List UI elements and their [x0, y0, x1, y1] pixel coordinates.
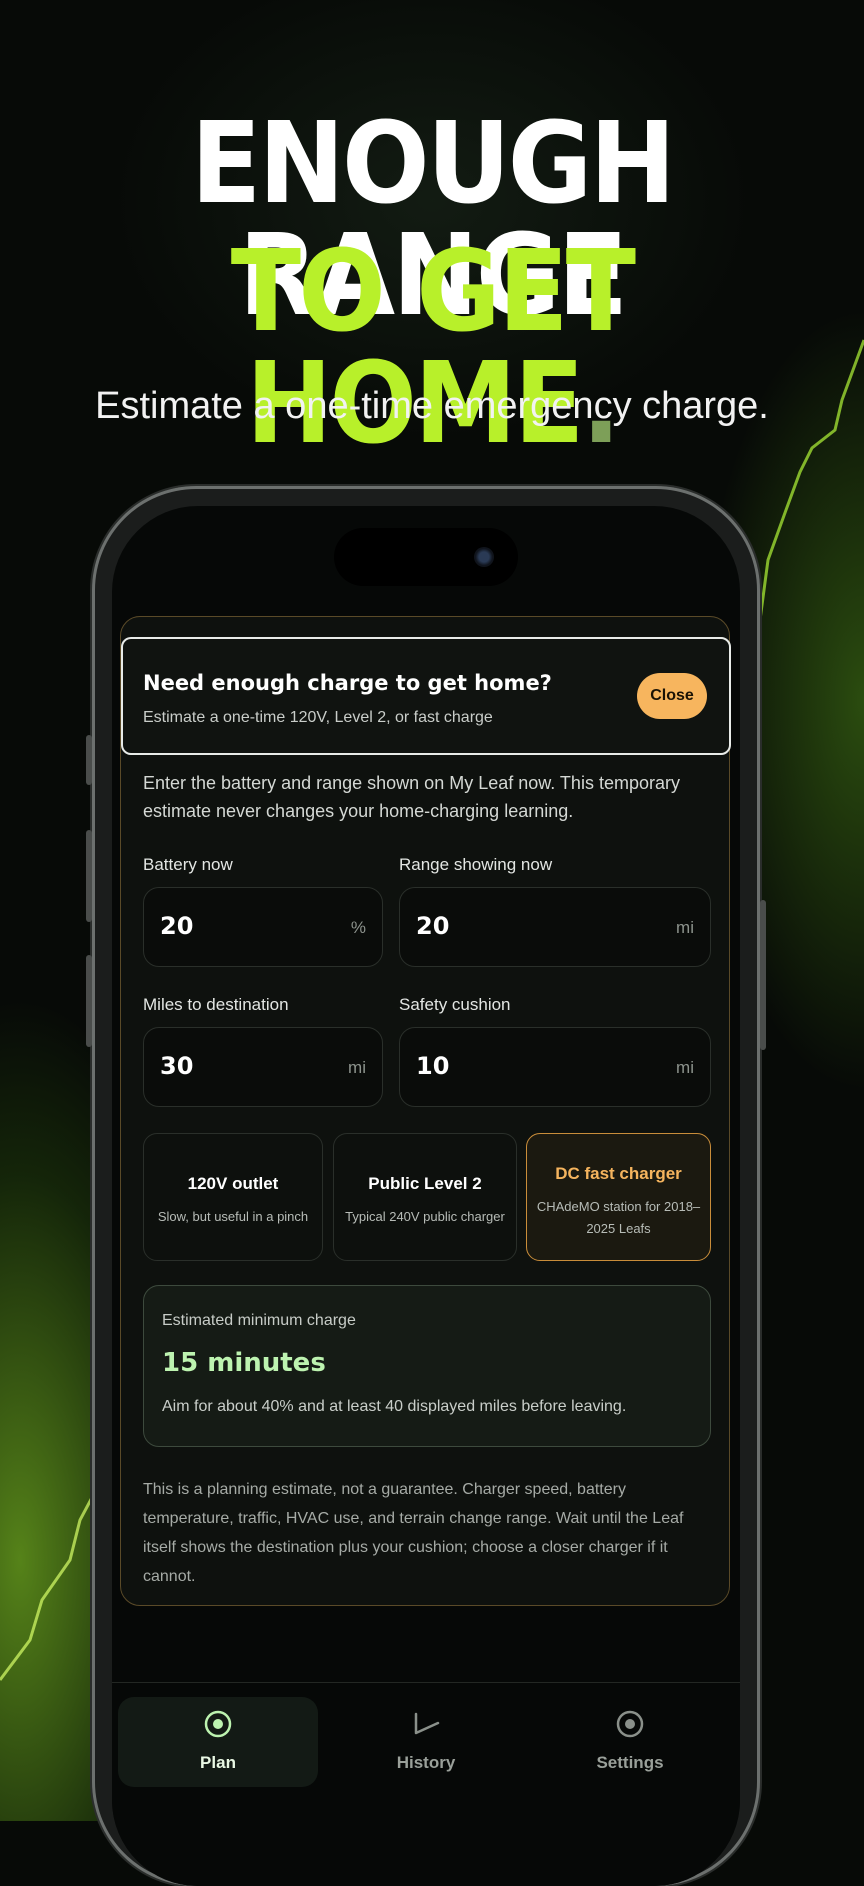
charger-option-title: 120V outlet	[187, 1174, 279, 1193]
tab-settings-label: Settings	[596, 1753, 664, 1772]
miles-to-destination-input[interactable]: 30 mi	[143, 1027, 383, 1107]
charger-option-120v[interactable]: 120V outlet Slow, but useful in a pinch	[143, 1133, 323, 1261]
estimate-label: Estimated minimum charge	[162, 1312, 356, 1329]
card-header: Need enough charge to get home? Estimate…	[121, 637, 731, 755]
hero-title-line-2-text: TO GET HOME	[230, 227, 636, 469]
tab-plan[interactable]: Plan	[118, 1697, 318, 1787]
intro-text: Enter the battery and range shown on My …	[143, 773, 680, 821]
estimate-result-panel: Estimated minimum charge 15 minutes Aim …	[143, 1285, 711, 1447]
tab-settings[interactable]: Settings	[530, 1697, 730, 1787]
hero-subtitle: Estimate a one-time emergency charge.	[95, 385, 769, 427]
phone-screen: Need enough charge to get home? Estimate…	[112, 506, 740, 1886]
tab-plan-label: Plan	[200, 1753, 236, 1772]
phone-action-button	[86, 735, 92, 785]
miles-to-destination-label: Miles to destination	[143, 995, 289, 1014]
battery-now-label: Battery now	[143, 855, 233, 874]
tab-history-label: History	[396, 1753, 456, 1772]
charger-option-level-2[interactable]: Public Level 2 Typical 240V public charg…	[333, 1133, 517, 1261]
disclaimer-text: This is a planning estimate, not a guara…	[143, 1481, 684, 1585]
chart-line-icon	[414, 1712, 440, 1735]
battery-now-unit: %	[350, 918, 366, 937]
charger-option-dc-fast[interactable]: DC fast charger CHAdeMO station for 2018…	[526, 1133, 711, 1261]
charger-option-desc: Typical 240V public charger	[345, 1209, 505, 1224]
emergency-charge-card: Need enough charge to get home? Estimate…	[120, 616, 731, 1606]
settings-icon	[616, 1710, 644, 1738]
phone-power-button	[760, 900, 766, 1050]
safety-cushion-input[interactable]: 10 mi	[399, 1027, 711, 1107]
phone-volume-down-button	[86, 955, 92, 1047]
charger-option-desc: CHAdeMO station for 2018–2025 Leafs	[536, 1199, 701, 1236]
miles-to-destination-value: 30	[160, 1052, 194, 1080]
safety-cushion-value: 10	[416, 1052, 450, 1080]
phone-volume-up-button	[86, 830, 92, 922]
safety-cushion-unit: mi	[676, 1058, 694, 1077]
card-title: Need enough charge to get home?	[143, 671, 552, 695]
estimate-note: Aim for about 40% and at least 40 displa…	[162, 1398, 627, 1415]
charger-option-title: DC fast charger	[555, 1164, 682, 1183]
battery-now-input[interactable]: 20 %	[143, 887, 383, 967]
safety-cushion-label: Safety cushion	[399, 995, 511, 1014]
close-button[interactable]: Close	[637, 673, 707, 719]
miles-to-destination-unit: mi	[348, 1058, 366, 1077]
range-now-unit: mi	[676, 918, 694, 937]
battery-now-value: 20	[160, 912, 194, 940]
charger-option-desc: Slow, but useful in a pinch	[157, 1209, 309, 1224]
range-now-label: Range showing now	[399, 855, 553, 874]
estimate-value: 15 minutes	[162, 1348, 326, 1378]
charger-option-title: Public Level 2	[368, 1174, 482, 1193]
dynamic-island	[334, 528, 518, 586]
target-icon	[204, 1710, 232, 1738]
range-now-input[interactable]: 20 mi	[399, 887, 711, 967]
camera-icon	[474, 547, 494, 567]
range-now-value: 20	[416, 912, 450, 940]
tab-bar: Plan History Settings	[112, 1682, 740, 1886]
card-subtitle: Estimate a one-time 120V, Level 2, or fa…	[143, 709, 493, 726]
tab-history[interactable]: History	[326, 1697, 526, 1787]
